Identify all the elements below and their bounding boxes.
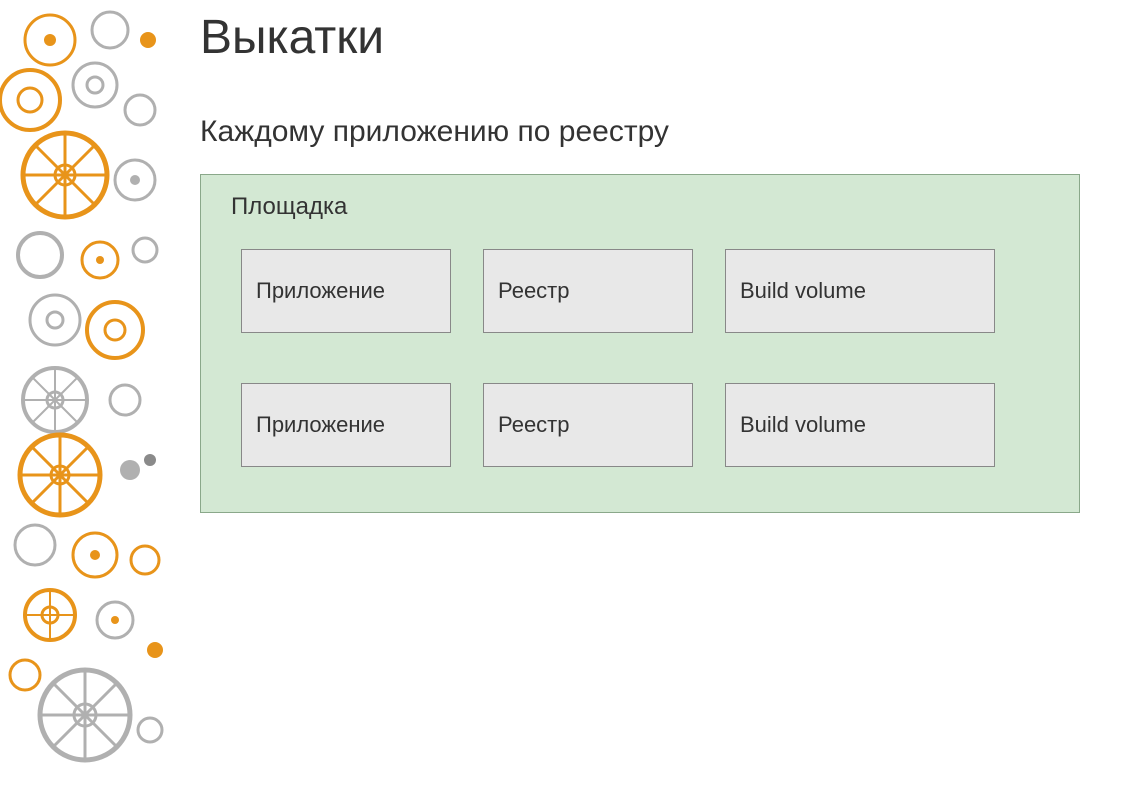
registry-box: Реестр: [483, 249, 693, 333]
diagram-row: Приложение Реестр Build volume: [241, 383, 1054, 467]
platform-label: Площадка: [231, 193, 1054, 221]
slide-content: Выкатки Каждому приложению по реестру Пл…: [200, 10, 1091, 513]
slide-title: Выкатки: [200, 10, 1091, 65]
diagram-row: Приложение Реестр Build volume: [241, 249, 1054, 333]
slide-subtitle: Каждому приложению по реестру: [200, 115, 1091, 149]
platform-container: Площадка Приложение Реестр Build volume …: [200, 174, 1080, 513]
application-box: Приложение: [241, 249, 451, 333]
gears-decoration: [0, 0, 175, 793]
build-volume-box: Build volume: [725, 249, 995, 333]
registry-box: Реестр: [483, 383, 693, 467]
build-volume-box: Build volume: [725, 383, 995, 467]
application-box: Приложение: [241, 383, 451, 467]
